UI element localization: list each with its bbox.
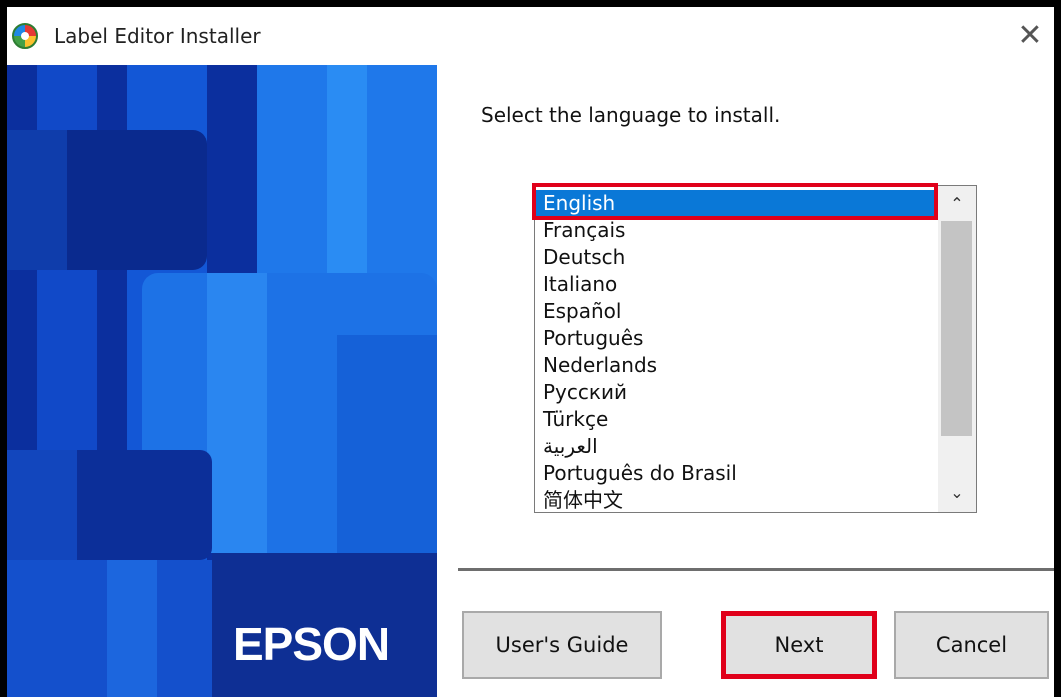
language-listbox[interactable]: English Français Deutsch Italiano Españo…: [534, 185, 977, 513]
language-option-deutsch[interactable]: Deutsch: [543, 244, 625, 271]
next-button[interactable]: Next: [721, 611, 877, 679]
users-guide-button[interactable]: User's Guide: [462, 611, 662, 679]
language-option-nederlands[interactable]: Nederlands: [543, 352, 657, 379]
scrollbar-thumb[interactable]: [941, 221, 972, 436]
chevron-down-icon[interactable]: ⌄: [938, 480, 976, 506]
epson-logo: EPSON: [233, 618, 390, 670]
installer-window: Label Editor Installer ✕ EPSON Select th…: [7, 7, 1054, 697]
language-option-arabic[interactable]: العربية: [543, 433, 598, 460]
selection-highlight-outline: [532, 183, 938, 220]
language-option-italiano[interactable]: Italiano: [543, 271, 617, 298]
label-editor-app-icon: [12, 23, 38, 49]
cancel-button[interactable]: Cancel: [894, 611, 1049, 679]
language-option-portugues[interactable]: Português: [543, 325, 643, 352]
language-option-portugues-brasil[interactable]: Português do Brasil: [543, 460, 737, 487]
epson-banner: EPSON: [7, 65, 437, 697]
language-option-simplified-chinese[interactable]: 简体中文: [543, 487, 623, 512]
chevron-up-icon[interactable]: ⌃: [938, 191, 976, 217]
title-bar: Label Editor Installer ✕: [7, 7, 1054, 65]
language-option-russian[interactable]: Русский: [543, 379, 627, 406]
window-title: Label Editor Installer: [54, 24, 261, 48]
language-option-espanol[interactable]: Español: [543, 298, 621, 325]
language-option-francais[interactable]: Français: [543, 217, 625, 244]
language-option-turkish[interactable]: Türkçe: [543, 406, 608, 433]
close-button[interactable]: ✕: [1010, 19, 1050, 53]
language-prompt: Select the language to install.: [481, 103, 781, 127]
listbox-scrollbar[interactable]: ⌃ ⌄: [938, 186, 976, 512]
divider: [458, 568, 1054, 571]
